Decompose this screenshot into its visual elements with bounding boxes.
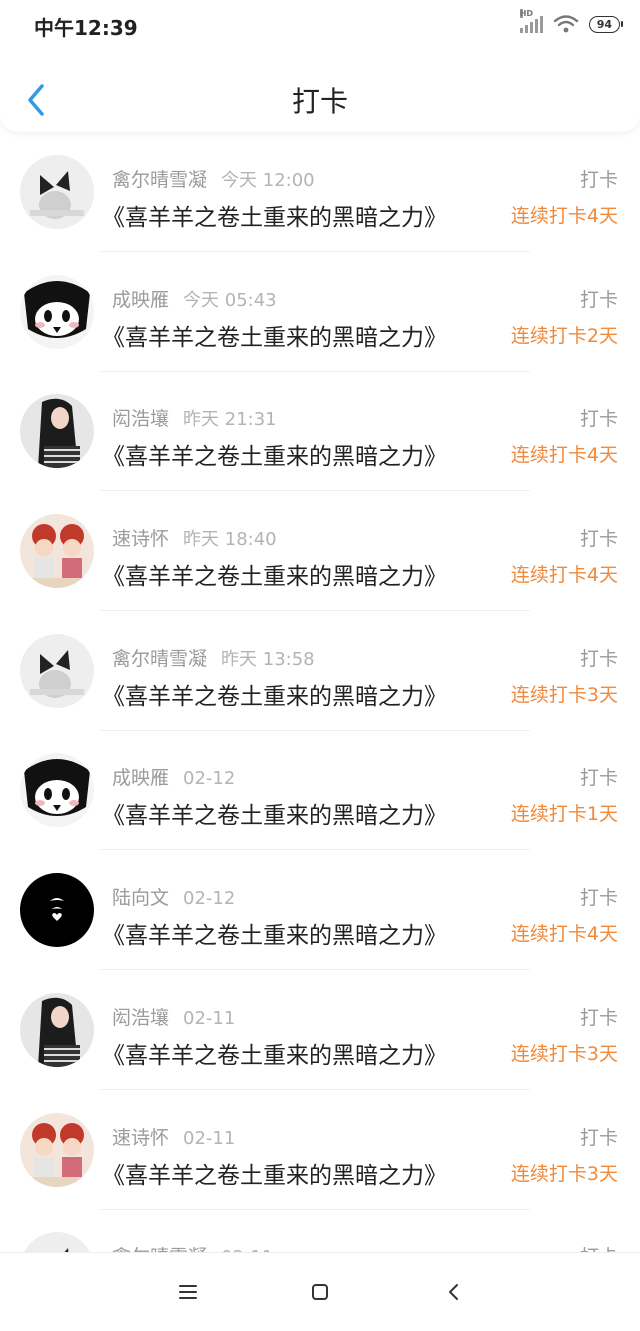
list-item[interactable]: 成映雁 02-12 《喜羊羊之卷土重来的黑暗之力》 打卡 连续打卡1天	[0, 730, 640, 851]
checkin-time: 今天 05:43	[183, 289, 277, 311]
streak-label: 连续打卡3天	[510, 1042, 618, 1065]
network-type: HD	[519, 9, 534, 18]
streak-label: 连续打卡1天	[510, 803, 618, 826]
checkin-time: 今天 12:00	[221, 170, 315, 191]
back-icon[interactable]	[434, 1277, 474, 1307]
system-nav-bar	[0, 1252, 640, 1331]
avatar[interactable]	[20, 394, 94, 469]
checkin-label: 打卡	[579, 887, 618, 910]
top-bar: 中午12:39 HD 94 打卡	[0, 0, 640, 132]
signal-icon: HD	[519, 9, 543, 33]
avatar[interactable]	[20, 155, 94, 229]
book-title: 《喜羊羊之卷土重来的黑暗之力》	[102, 803, 447, 830]
avatar[interactable]	[20, 633, 94, 708]
book-title: 《喜羊羊之卷土重来的黑暗之力》	[102, 205, 447, 231]
streak-label: 连续打卡3天	[510, 683, 618, 706]
checkin-label: 打卡	[579, 767, 618, 790]
list-item[interactable]: 陆向文 02-12 《喜羊羊之卷土重来的黑暗之力》 打卡 连续打卡4天	[0, 850, 640, 971]
status-time: 中午12:39	[34, 16, 138, 40]
checkin-label: 打卡	[579, 647, 618, 670]
streak-label: 连续打卡3天	[510, 1162, 618, 1185]
wifi-icon	[553, 15, 578, 33]
user-name: 速诗怀	[112, 1126, 170, 1149]
checkin-time: 02-12	[183, 888, 236, 910]
user-name: 禽尔晴雪凝	[112, 647, 208, 670]
user-name: 陆向文	[112, 887, 170, 910]
avatar[interactable]	[20, 992, 94, 1067]
list-item[interactable]: 闳浩壤 昨天 21:31 《喜羊羊之卷土重来的黑暗之力》 打卡 连续打卡4天	[0, 371, 640, 492]
streak-label: 连续打卡4天	[510, 444, 618, 467]
checkin-label: 打卡	[579, 288, 618, 311]
checkin-time: 昨天 18:40	[183, 529, 277, 551]
book-title: 《喜羊羊之卷土重来的黑暗之力》	[102, 683, 447, 710]
checkin-label: 打卡	[579, 408, 618, 431]
checkin-label: 打卡	[579, 528, 618, 551]
book-title: 《喜羊羊之卷土重来的黑暗之力》	[102, 1042, 447, 1069]
book-title: 《喜羊羊之卷土重来的黑暗之力》	[102, 444, 447, 471]
user-name: 成映雁	[112, 288, 170, 311]
list-item[interactable]: 成映雁 今天 05:43 《喜羊羊之卷土重来的黑暗之力》 打卡 连续打卡2天	[0, 252, 640, 372]
checkin-label: 打卡	[579, 1126, 618, 1149]
user-name: 闳浩壤	[112, 408, 170, 431]
streak-label: 连续打卡4天	[510, 923, 618, 946]
checkin-time: 02-11	[183, 1007, 236, 1029]
streak-label: 连续打卡4天	[510, 564, 618, 587]
streak-label: 连续打卡2天	[510, 324, 618, 347]
avatar[interactable]	[20, 514, 94, 589]
user-name: 成映雁	[112, 767, 170, 790]
list-item[interactable]: 速诗怀 昨天 18:40 《喜羊羊之卷土重来的黑暗之力》 打卡 连续打卡4天	[0, 491, 640, 612]
user-name: 速诗怀	[112, 528, 170, 551]
avatar[interactable]	[20, 753, 94, 828]
avatar[interactable]	[20, 873, 94, 948]
book-title: 《喜羊羊之卷土重来的黑暗之力》	[102, 1162, 447, 1189]
list-item[interactable]: 速诗怀 02-11 《喜羊羊之卷土重来的黑暗之力》 打卡 连续打卡3天	[0, 1090, 640, 1210]
checkin-time: 02-11	[183, 1127, 236, 1149]
checkin-label: 打卡	[579, 169, 618, 191]
battery-indicator: 94	[588, 15, 624, 33]
user-name: 禽尔晴雪凝	[112, 169, 208, 191]
list-item[interactable]: 禽尔晴雪凝 今天 12:00 《喜羊羊之卷土重来的黑暗之力》 打卡 连续打卡4天	[0, 132, 640, 252]
list-item[interactable]: 闳浩壤 02-11 《喜羊羊之卷土重来的黑暗之力》 打卡 连续打卡3天	[0, 970, 640, 1090]
user-name: 闳浩壤	[112, 1006, 170, 1029]
checkin-time: 昨天 13:58	[221, 648, 315, 670]
checkin-list: 禽尔晴雪凝 今天 12:00 《喜羊羊之卷土重来的黑暗之力》 打卡 连续打卡4天 …	[0, 132, 640, 1329]
checkin-time: 昨天 21:31	[183, 409, 277, 431]
checkin-time: 02-12	[183, 768, 236, 790]
list-item[interactable]: 禽尔晴雪凝 昨天 13:58 《喜羊羊之卷土重来的黑暗之力》 打卡 连续打卡3天	[0, 611, 640, 731]
menu-icon[interactable]	[168, 1277, 208, 1307]
book-title: 《喜羊羊之卷土重来的黑暗之力》	[102, 923, 447, 950]
checkin-label: 打卡	[579, 1006, 618, 1029]
status-icons: HD 94	[519, 9, 624, 34]
avatar[interactable]	[20, 274, 94, 349]
page-title: 打卡	[291, 85, 348, 118]
book-title: 《喜羊羊之卷土重来的黑暗之力》	[102, 324, 447, 351]
home-icon[interactable]	[300, 1277, 340, 1307]
avatar[interactable]	[20, 1112, 94, 1187]
streak-label: 连续打卡4天	[510, 205, 618, 227]
book-title: 《喜羊羊之卷土重来的黑暗之力》	[102, 564, 447, 591]
